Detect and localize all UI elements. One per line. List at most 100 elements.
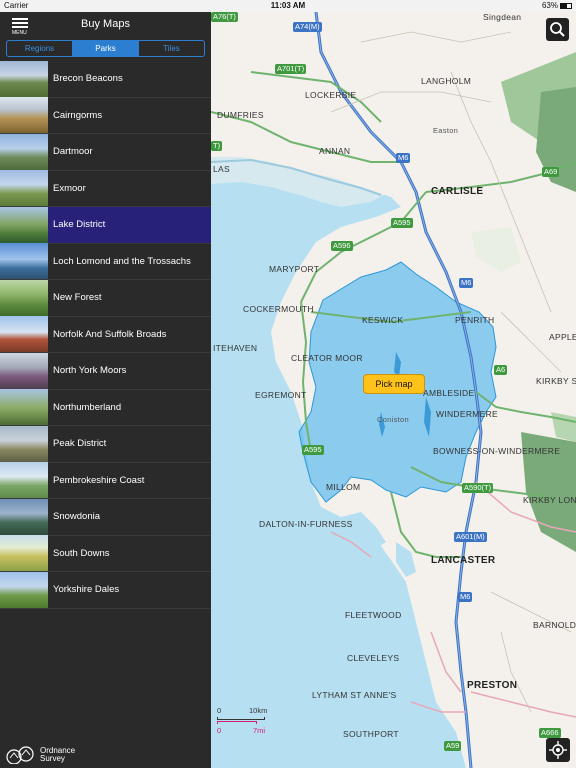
place-las: LAS: [213, 164, 230, 174]
place-kirkby-stephen: KIRKBY S: [536, 376, 576, 386]
sidebar-header: MENU Buy Maps: [0, 12, 211, 38]
place-lytham: LYTHAM ST ANNE'S: [312, 690, 397, 700]
place-cockermouth: COCKERMOUTH: [243, 304, 314, 314]
place-cleveleys: CLEVELEYS: [347, 653, 400, 663]
park-item[interactable]: Northumberland: [0, 389, 211, 426]
place-annan: ANNAN: [319, 146, 351, 156]
park-item[interactable]: Brecon Beacons: [0, 60, 211, 98]
park-thumbnail: [0, 206, 48, 243]
road-a666: A666: [539, 728, 561, 738]
park-thumbnail: [0, 170, 48, 207]
tab-parks[interactable]: Parks: [73, 41, 139, 56]
tab-tiles[interactable]: Tiles: [139, 41, 204, 56]
road-m6-mid: M6: [459, 278, 474, 288]
scale-mi-value: 7mi: [253, 726, 266, 735]
park-thumbnail: [0, 462, 48, 499]
battery-indicator: 63%: [542, 1, 572, 10]
map-view[interactable]: Singdean LANGHOLM LOCKERBIE DUMFRIES Eas…: [211, 12, 576, 768]
crosshair-icon: [549, 741, 567, 759]
place-itehaven: ITEHAVEN: [213, 343, 258, 353]
park-item[interactable]: Lake District: [0, 206, 211, 244]
place-lancaster: LANCASTER: [431, 555, 496, 566]
pick-map-button[interactable]: Pick map: [363, 374, 425, 394]
place-cleator-moor: CLEATOR MOOR: [291, 353, 363, 363]
park-item[interactable]: New Forest: [0, 279, 211, 317]
place-dalton: DALTON-IN-FURNESS: [259, 519, 353, 529]
park-label: Peak District: [53, 438, 107, 450]
os-logo-icon: [6, 746, 34, 764]
scale-km-value: 10km: [249, 706, 268, 715]
road-a701: A701(T): [275, 64, 307, 74]
park-item[interactable]: Peak District: [0, 425, 211, 463]
place-southport: SOUTHPORT: [343, 729, 399, 739]
park-thumbnail: [0, 133, 48, 170]
road-a69: A69: [542, 167, 560, 177]
park-label: Yorkshire Dales: [53, 584, 120, 596]
road-a590: A590(T): [462, 483, 494, 493]
search-icon: [550, 22, 565, 37]
scale-km-zero: 0: [217, 706, 222, 715]
park-item[interactable]: North York Moors: [0, 352, 211, 390]
search-button[interactable]: [546, 18, 569, 41]
park-item[interactable]: South Downs: [0, 535, 211, 572]
park-thumbnail: [0, 352, 48, 389]
place-ambleside: AMBLESIDE: [423, 388, 475, 398]
tab-regions[interactable]: Regions: [7, 41, 73, 56]
road-a596: A596: [331, 241, 353, 251]
place-easton: Easton: [433, 126, 459, 135]
park-label: Pembrokeshire Coast: [53, 474, 145, 486]
park-thumbnail: [0, 571, 48, 608]
park-item[interactable]: Pembrokeshire Coast: [0, 462, 211, 499]
park-thumbnail: [0, 535, 48, 572]
scale-mi-bar: [217, 721, 257, 724]
place-carlisle: CARLISLE: [431, 186, 484, 197]
road-a59: A59: [444, 741, 462, 751]
park-thumbnail: [0, 60, 48, 97]
scale-mi-zero: 0: [217, 726, 222, 735]
road-m6-low: M6: [458, 592, 473, 602]
menu-label: MENU: [12, 30, 27, 36]
place-penrith: PENRITH: [455, 315, 495, 325]
segmented-control: Regions Parks Tiles: [6, 40, 205, 57]
locate-button[interactable]: [546, 738, 570, 762]
park-label: Loch Lomond and the Trossachs: [53, 255, 191, 267]
road-a76: A76(T): [211, 12, 238, 22]
park-item[interactable]: Loch Lomond and the Trossachs: [0, 243, 211, 280]
place-appleby: APPLE: [549, 332, 576, 342]
battery-percent: 63%: [541, 1, 558, 10]
map-scale: 0 10km 0 7mi: [217, 706, 277, 738]
park-label: Exmoor: [53, 182, 86, 194]
place-millom: MILLOM: [326, 482, 361, 492]
park-label: Snowdonia: [53, 511, 101, 523]
park-item[interactable]: Yorkshire Dales: [0, 571, 211, 609]
road-a595-top: A595: [391, 218, 413, 228]
park-label: Northumberland: [53, 401, 122, 413]
place-coniston: Coniston: [377, 415, 410, 424]
place-windermere: WINDERMERE: [436, 409, 499, 419]
park-item[interactable]: Snowdonia: [0, 498, 211, 536]
logo-line-2: Survey: [40, 754, 65, 763]
park-label: Lake District: [53, 219, 106, 231]
place-kirkby-lonsdale: KIRKBY LON: [523, 495, 576, 505]
scale-km-bar: [217, 717, 265, 720]
park-item[interactable]: Cairngorms: [0, 97, 211, 134]
place-fleetwood: FLEETWOOD: [345, 610, 402, 620]
park-label: New Forest: [53, 292, 102, 304]
park-thumbnail: [0, 425, 48, 462]
park-item[interactable]: Dartmoor: [0, 133, 211, 171]
park-thumbnail: [0, 498, 48, 535]
ordnance-survey-logo: Ordnance Survey: [6, 746, 75, 764]
park-label: South Downs: [53, 547, 110, 559]
battery-icon: [560, 2, 572, 9]
park-thumbnail: [0, 97, 48, 134]
road-a74m: A74(M): [293, 22, 322, 32]
place-keswick: KESWICK: [362, 315, 404, 325]
park-item[interactable]: Norfolk And Suffolk Broads: [0, 316, 211, 353]
park-item[interactable]: Exmoor: [0, 170, 211, 207]
place-maryport: MARYPORT: [269, 264, 320, 274]
road-a601m: A601(M): [454, 532, 487, 542]
clock: 11:03 AM: [270, 1, 306, 10]
park-list: Brecon Beacons Cairngorms Dartmoor Exmoor La…: [0, 60, 211, 609]
park-label: Norfolk And Suffolk Broads: [53, 328, 167, 340]
park-thumbnail: [0, 243, 48, 280]
